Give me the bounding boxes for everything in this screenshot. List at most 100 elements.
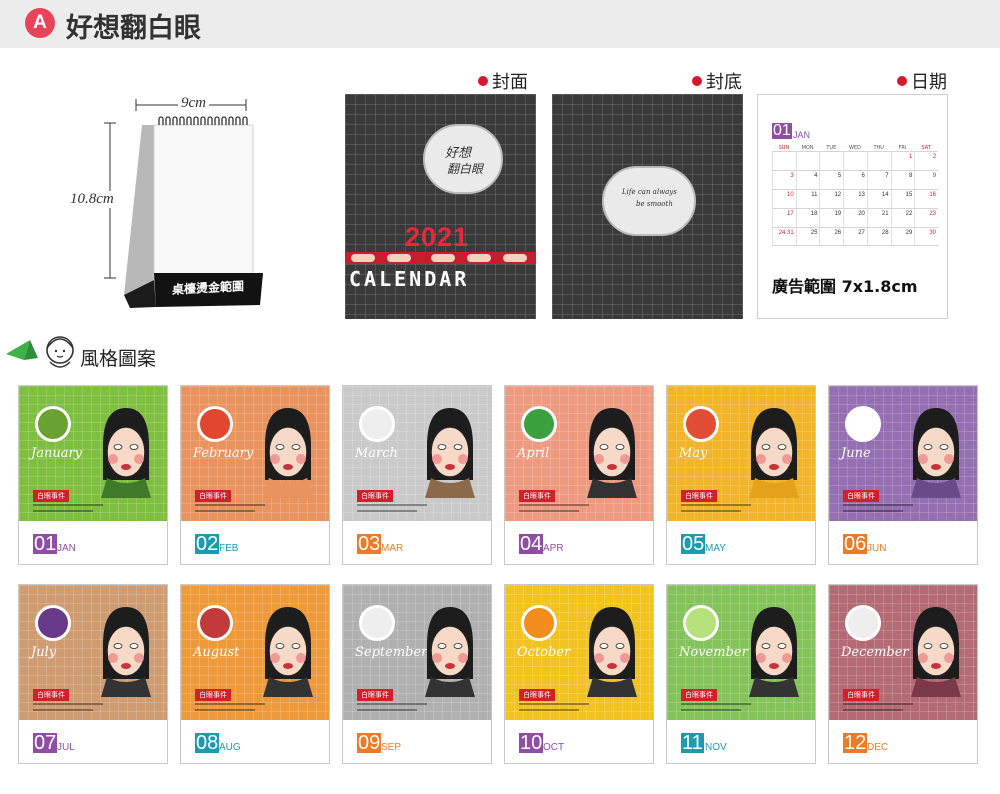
- caption-line: [681, 703, 751, 705]
- month-number: 06: [843, 533, 868, 555]
- section-badge: A: [25, 8, 55, 38]
- month-artwork: April 白眼事件: [505, 386, 653, 521]
- month-artwork: January 白眼事件: [19, 386, 167, 521]
- month-number: 05: [681, 533, 706, 555]
- face-illustration: [101, 408, 151, 498]
- month-abbr: MAY: [705, 543, 726, 554]
- bubble-text: Life can always: [622, 188, 677, 196]
- month-card: January 白眼事件 01 JAN: [18, 385, 168, 565]
- month-abbr: SEP: [381, 742, 402, 753]
- fruit-clock-icon: [35, 605, 71, 641]
- face-illustration: [587, 607, 637, 697]
- event-tag: 白眼事件: [33, 490, 69, 502]
- month-card: May 白眼事件 05 MAY: [666, 385, 816, 565]
- ad-area-label: 廣告範圍 7x1.8cm: [772, 277, 918, 296]
- month-abbr: AUG: [219, 742, 241, 753]
- desk-calendar-illustration: 9cm 10.8cm 桌檯燙金範圍: [60, 95, 290, 325]
- cover-word: CALENDAR: [349, 267, 470, 291]
- caption-line: [33, 510, 93, 512]
- month-card: July 白眼事件 07 JUL: [18, 584, 168, 764]
- month-artwork: November 白眼事件: [667, 585, 815, 720]
- fruit-clock-icon: [359, 406, 395, 442]
- bullet-dot-icon: [897, 76, 907, 86]
- month-number: 02: [195, 533, 220, 555]
- header-bar: A 好想翻白眼: [0, 0, 1000, 48]
- month-card: March 白眼事件 03 MAR: [342, 385, 492, 565]
- month-name: September: [355, 645, 428, 660]
- face-illustration: [911, 408, 961, 498]
- caption-line: [357, 510, 417, 512]
- month-abbr: NOV: [705, 742, 727, 753]
- month-abbr: OCT: [543, 742, 565, 753]
- month-number: 03: [357, 533, 382, 555]
- month-artwork: February 白眼事件: [181, 386, 329, 521]
- date-month-number: 01: [772, 122, 792, 139]
- event-tag: 白眼事件: [843, 689, 879, 701]
- event-tag: 白眼事件: [357, 490, 393, 502]
- caption-line: [33, 709, 93, 711]
- face-illustration: [749, 607, 799, 697]
- caption-line: [681, 504, 751, 506]
- caption-line: [195, 709, 255, 711]
- month-card: September 白眼事件 09 SEP: [342, 584, 492, 764]
- month-artwork: October 白眼事件: [505, 585, 653, 720]
- month-name: April: [517, 446, 550, 461]
- weekday-header: SUN MON TUE WED THU FRI SAT: [778, 145, 931, 151]
- fruit-clock-icon: [197, 605, 233, 641]
- caption-line: [843, 709, 903, 711]
- month-abbr: MAR: [381, 543, 404, 554]
- month-number: 11: [681, 732, 704, 754]
- month-name: June: [841, 446, 871, 461]
- event-tag: 白眼事件: [681, 490, 717, 502]
- month-number: 01: [33, 533, 58, 555]
- fruit-clock-icon: [683, 605, 719, 641]
- page-title: 好想翻白眼: [66, 13, 201, 44]
- caption-line: [195, 703, 265, 705]
- style-section-title: 風格圖案: [80, 348, 157, 370]
- date-row: 10 11 12 13 14 15 16: [772, 189, 938, 208]
- face-illustration: [749, 408, 799, 498]
- fruit-clock-icon: [521, 406, 557, 442]
- month-name: December: [841, 645, 909, 660]
- month-abbr: APR: [543, 543, 564, 554]
- face-illustration: [587, 408, 637, 498]
- face-illustration: [425, 607, 475, 697]
- month-card: April 白眼事件 04 APR: [504, 385, 654, 565]
- fruit-clock-icon: [683, 406, 719, 442]
- date-row: 12: [772, 151, 938, 170]
- month-name: May: [679, 446, 708, 461]
- month-artwork: May 白眼事件: [667, 386, 815, 521]
- month-name: October: [517, 645, 571, 660]
- month-abbr: DEC: [867, 742, 889, 753]
- cover-year: 2021: [405, 222, 470, 252]
- date-page-label: 日期: [897, 68, 947, 94]
- face-illustration: [263, 607, 313, 697]
- face-illustration: [101, 607, 151, 697]
- date-row: 24 31 25 26 27 28 29 30: [772, 227, 938, 246]
- date-page-sample: 01 JAN SUN MON TUE WED THU FRI SAT 12 34…: [757, 94, 948, 319]
- month-abbr: JUN: [867, 543, 887, 554]
- event-tag: 白眼事件: [843, 490, 879, 502]
- date-grid: SUN MON TUE WED THU FRI SAT 12 3456789 1…: [772, 145, 938, 246]
- month-artwork: September 白眼事件: [343, 585, 491, 720]
- fruit-clock-icon: [35, 406, 71, 442]
- caption-line: [843, 504, 913, 506]
- month-artwork: December 白眼事件: [829, 585, 977, 720]
- bullet-dot-icon: [478, 76, 488, 86]
- month-card: June 白眼事件 06 JUN: [828, 385, 978, 565]
- caption-line: [681, 709, 741, 711]
- event-tag: 白眼事件: [33, 689, 69, 701]
- month-name: January: [31, 446, 83, 461]
- caption-line: [519, 703, 589, 705]
- month-number: 04: [519, 533, 544, 555]
- bubble-text: 好想: [445, 146, 472, 161]
- month-card: February 白眼事件 02 FEB: [180, 385, 330, 565]
- caption-line: [843, 510, 903, 512]
- event-tag: 白眼事件: [519, 490, 555, 502]
- event-tag: 白眼事件: [681, 689, 717, 701]
- event-tag: 白眼事件: [519, 689, 555, 701]
- month-artwork: July 白眼事件: [19, 585, 167, 720]
- bubble-text: be smooth: [636, 200, 673, 208]
- fruit-clock-icon: [359, 605, 395, 641]
- month-card: August 白眼事件 08 AUG: [180, 584, 330, 764]
